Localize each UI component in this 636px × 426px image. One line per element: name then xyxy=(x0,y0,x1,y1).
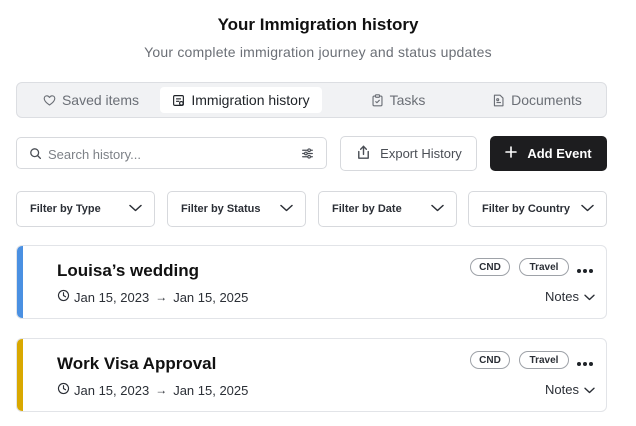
filter-status-dropdown[interactable]: Filter by Status xyxy=(167,191,306,227)
event-dates: Jan 15, 2023 → Jan 15, 2025 xyxy=(57,289,248,305)
event-accent-bar xyxy=(17,246,23,318)
event-card[interactable]: Louisa’s wedding Jan 15, 2023 → Jan 15, … xyxy=(16,245,607,319)
add-event-button[interactable]: Add Event xyxy=(490,136,607,171)
search-box xyxy=(16,137,327,169)
tab-documents[interactable]: Documents xyxy=(472,87,602,113)
document-icon xyxy=(492,94,505,107)
event-end-date: Jan 15, 2025 xyxy=(173,289,249,305)
chevron-down-icon xyxy=(581,203,594,215)
tab-immigration-history[interactable]: Immigration history xyxy=(160,87,322,113)
event-accent-bar xyxy=(17,339,23,411)
tab-label: Saved items xyxy=(61,92,140,108)
export-icon xyxy=(355,144,372,164)
arrow-right-icon: → xyxy=(155,290,168,304)
filter-label: Filter by Date xyxy=(332,203,402,215)
clipboard-icon xyxy=(371,93,384,107)
chevron-down-icon xyxy=(280,203,293,215)
category-tag: Travel xyxy=(519,351,569,369)
event-start-date: Jan 15, 2023 xyxy=(74,382,150,398)
event-end-date: Jan 15, 2025 xyxy=(173,382,249,398)
chevron-down-icon xyxy=(584,289,595,304)
tab-tasks[interactable]: Tasks xyxy=(328,87,468,113)
event-card[interactable]: Work Visa Approval Jan 15, 2023 → Jan 15… xyxy=(16,338,607,412)
tab-saved-items[interactable]: Saved items xyxy=(25,87,157,113)
page-subtitle: Your complete immigration journey and st… xyxy=(144,44,492,60)
event-start-date: Jan 15, 2023 xyxy=(74,289,150,305)
chevron-down-icon xyxy=(584,382,595,397)
filter-type-dropdown[interactable]: Filter by Type xyxy=(16,191,155,227)
tab-bar: Saved items Immigration history Tasks Do… xyxy=(16,82,607,118)
filter-label: Filter by Country xyxy=(482,203,571,215)
add-event-label: Add Event xyxy=(527,146,592,161)
notes-toggle[interactable]: Notes xyxy=(545,382,595,397)
category-tag: Travel xyxy=(519,258,569,276)
tab-label: Documents xyxy=(511,92,582,108)
country-tag: CND xyxy=(470,351,510,369)
event-title: Work Visa Approval xyxy=(57,354,217,373)
clock-icon xyxy=(57,382,70,398)
filter-label: Filter by Type xyxy=(30,203,101,215)
clock-icon xyxy=(57,289,70,305)
page-title: Your Immigration history xyxy=(217,15,419,34)
heart-icon xyxy=(43,94,56,107)
notes-label: Notes xyxy=(545,382,579,397)
chevron-down-icon xyxy=(129,203,142,215)
event-title: Louisa’s wedding xyxy=(57,261,199,280)
filter-label: Filter by Status xyxy=(181,203,261,215)
tab-label: Immigration history xyxy=(191,92,310,108)
event-dates: Jan 15, 2023 → Jan 15, 2025 xyxy=(57,382,248,398)
search-icon xyxy=(29,147,42,165)
notes-label: Notes xyxy=(545,289,579,304)
search-input[interactable] xyxy=(48,144,288,164)
export-history-button[interactable]: Export History xyxy=(340,136,477,171)
tab-label: Tasks xyxy=(389,92,426,108)
filter-date-dropdown[interactable]: Filter by Date xyxy=(318,191,457,227)
export-history-label: Export History xyxy=(380,146,462,161)
plus-icon xyxy=(505,146,518,161)
more-options-icon[interactable] xyxy=(576,354,594,372)
filter-country-dropdown[interactable]: Filter by Country xyxy=(468,191,607,227)
notes-toggle[interactable]: Notes xyxy=(545,289,595,304)
chevron-down-icon xyxy=(431,203,444,215)
country-tag: CND xyxy=(470,258,510,276)
arrow-right-icon: → xyxy=(155,383,168,397)
history-icon xyxy=(172,94,185,107)
more-options-icon[interactable] xyxy=(576,261,594,279)
filter-settings-icon[interactable] xyxy=(301,147,314,165)
